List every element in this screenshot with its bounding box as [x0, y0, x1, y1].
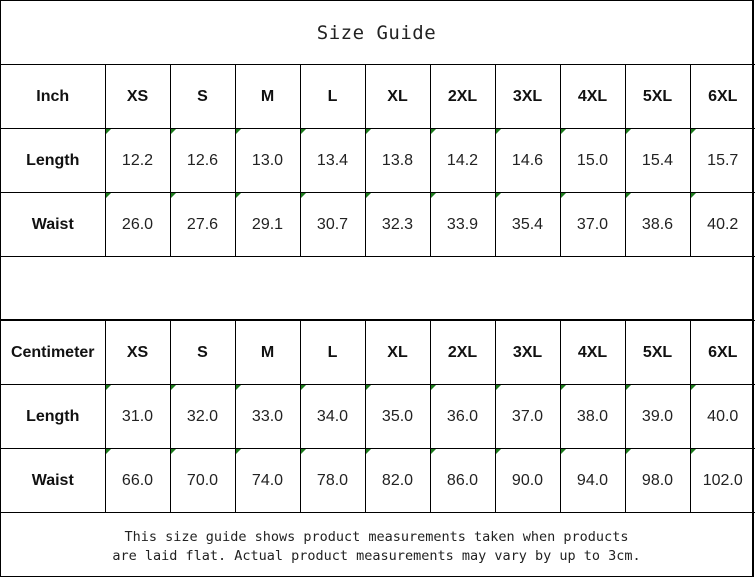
- measurement-cell: 13.4: [299, 128, 366, 193]
- size-header: 4XL: [559, 320, 626, 385]
- row-label: Waist: [1, 448, 106, 513]
- measurement-cell: 78.0: [299, 448, 366, 513]
- size-header: 2XL: [429, 320, 496, 385]
- measurement-cell: 15.0: [559, 128, 626, 193]
- note-line: are laid flat. Actual product measuremen…: [112, 548, 641, 564]
- size-guide-title: Size Guide: [1, 1, 752, 65]
- measurement-cell: 37.0: [559, 192, 626, 257]
- measurement-cell: 82.0: [364, 448, 431, 513]
- measurement-cell: 27.6: [169, 192, 236, 257]
- size-header: 3XL: [494, 320, 561, 385]
- table-header-row: Inch XS S M L XL 2XL 3XL 4XL 5XL 6XL: [1, 64, 755, 129]
- size-header: 3XL: [494, 64, 561, 129]
- measurement-cell: 38.0: [559, 384, 626, 449]
- table-row: Waist 26.0 27.6 29.1 30.7 32.3 33.9 35.4…: [1, 192, 755, 257]
- measurement-cell: 37.0: [494, 384, 561, 449]
- spacer-row: [1, 256, 752, 320]
- table-header-row: Centimeter XS S M L XL 2XL 3XL 4XL 5XL 6…: [1, 320, 755, 385]
- measurement-cell: 94.0: [559, 448, 626, 513]
- size-guide-sheet: Size Guide Inch XS S M L XL 2XL 3XL 4XL …: [0, 0, 755, 577]
- measurement-cell: 29.1: [234, 192, 301, 257]
- size-header: M: [234, 320, 301, 385]
- measurement-cell: 38.6: [624, 192, 691, 257]
- measurement-cell: 70.0: [169, 448, 236, 513]
- measurement-cell: 13.0: [234, 128, 301, 193]
- size-header: XS: [104, 320, 171, 385]
- note-line: This size guide shows product measuremen…: [124, 529, 629, 545]
- unit-label-inch: Inch: [1, 64, 106, 129]
- measurement-cell: 35.4: [494, 192, 561, 257]
- size-header: XL: [364, 64, 431, 129]
- inch-size-table: Inch XS S M L XL 2XL 3XL 4XL 5XL 6XL Len…: [1, 64, 755, 257]
- size-header: 6XL: [689, 64, 755, 129]
- row-label: Length: [1, 384, 106, 449]
- measurement-note: This size guide shows product measuremen…: [1, 512, 752, 577]
- measurement-cell: 14.6: [494, 128, 561, 193]
- measurement-cell: 30.7: [299, 192, 366, 257]
- size-header: 2XL: [429, 64, 496, 129]
- measurement-cell: 12.6: [169, 128, 236, 193]
- size-header: M: [234, 64, 301, 129]
- measurement-cell: 36.0: [429, 384, 496, 449]
- row-label: Waist: [1, 192, 106, 257]
- centimeter-size-table: Centimeter XS S M L XL 2XL 3XL 4XL 5XL 6…: [1, 320, 755, 513]
- measurement-cell: 33.0: [234, 384, 301, 449]
- measurement-cell: 74.0: [234, 448, 301, 513]
- table-row: Waist 66.0 70.0 74.0 78.0 82.0 86.0 90.0…: [1, 448, 755, 513]
- size-header: S: [169, 320, 236, 385]
- measurement-cell: 35.0: [364, 384, 431, 449]
- measurement-cell: 12.2: [104, 128, 171, 193]
- measurement-cell: 32.3: [364, 192, 431, 257]
- measurement-cell: 32.0: [169, 384, 236, 449]
- unit-label-centimeter: Centimeter: [1, 320, 106, 385]
- measurement-cell: 15.7: [689, 128, 755, 193]
- measurement-cell: 66.0: [104, 448, 171, 513]
- measurement-cell: 40.2: [689, 192, 755, 257]
- table-row: Length 12.2 12.6 13.0 13.4 13.8 14.2 14.…: [1, 128, 755, 193]
- measurement-cell: 98.0: [624, 448, 691, 513]
- measurement-cell: 34.0: [299, 384, 366, 449]
- size-header: S: [169, 64, 236, 129]
- measurement-cell: 102.0: [689, 448, 755, 513]
- measurement-cell: 39.0: [624, 384, 691, 449]
- size-header: 6XL: [689, 320, 755, 385]
- measurement-cell: 90.0: [494, 448, 561, 513]
- measurement-cell: 40.0: [689, 384, 755, 449]
- measurement-cell: 14.2: [429, 128, 496, 193]
- measurement-cell: 86.0: [429, 448, 496, 513]
- measurement-cell: 33.9: [429, 192, 496, 257]
- size-header: XL: [364, 320, 431, 385]
- measurement-cell: 13.8: [364, 128, 431, 193]
- measurement-cell: 31.0: [104, 384, 171, 449]
- measurement-cell: 26.0: [104, 192, 171, 257]
- size-header: XS: [104, 64, 171, 129]
- measurement-cell: 15.4: [624, 128, 691, 193]
- size-header: 5XL: [624, 64, 691, 129]
- table-row: Length 31.0 32.0 33.0 34.0 35.0 36.0 37.…: [1, 384, 755, 449]
- size-header: L: [299, 320, 366, 385]
- size-header: L: [299, 64, 366, 129]
- size-header: 5XL: [624, 320, 691, 385]
- row-label: Length: [1, 128, 106, 193]
- size-header: 4XL: [559, 64, 626, 129]
